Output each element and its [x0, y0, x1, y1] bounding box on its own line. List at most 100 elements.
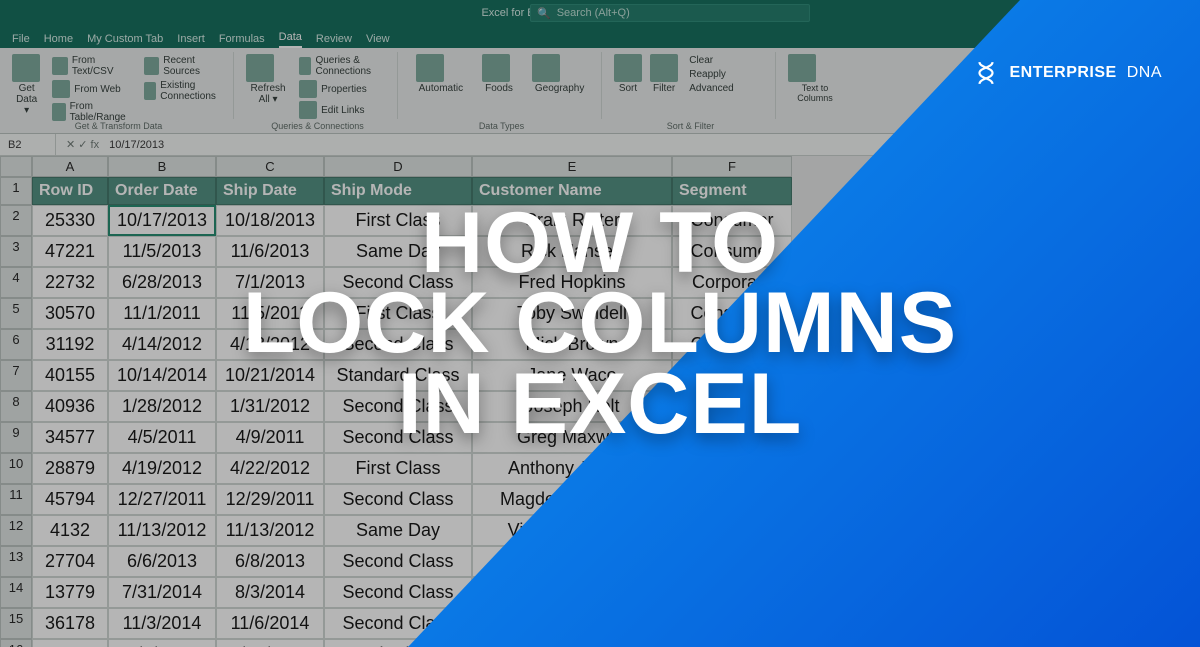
- formula-bar-value[interactable]: 10/17/2013: [109, 139, 164, 151]
- text-to-columns-button[interactable]: Text to Columns: [788, 82, 842, 104]
- cell-A10[interactable]: 28879: [32, 453, 108, 484]
- table-header-C[interactable]: Ship Date: [216, 177, 324, 205]
- cell-D10[interactable]: First Class: [324, 453, 472, 484]
- column-header-E[interactable]: E: [472, 156, 672, 177]
- row-header-1[interactable]: 1: [0, 177, 32, 205]
- cell-B15[interactable]: 11/3/2014: [108, 608, 216, 639]
- row-header-4[interactable]: 4: [0, 267, 32, 298]
- tell-me-search[interactable]: 🔍 Search (Alt+Q): [530, 4, 810, 22]
- properties-button[interactable]: Properties: [296, 79, 389, 99]
- column-header-A[interactable]: A: [32, 156, 108, 177]
- cell-B2[interactable]: 10/17/2013: [108, 205, 216, 236]
- cell-B12[interactable]: 11/13/2012: [108, 515, 216, 546]
- row-header-14[interactable]: 14: [0, 577, 32, 608]
- cell-A14[interactable]: 13779: [32, 577, 108, 608]
- ribbon-tab-my-custom-tab[interactable]: My Custom Tab: [87, 33, 163, 48]
- cell-A12[interactable]: 4132: [32, 515, 108, 546]
- ribbon-tab-home[interactable]: Home: [44, 33, 73, 48]
- get-data-icon[interactable]: [12, 54, 40, 82]
- ribbon-tab-view[interactable]: View: [366, 33, 390, 48]
- ribbon-tab-review[interactable]: Review: [316, 33, 352, 48]
- automatic-icon[interactable]: [416, 54, 444, 82]
- row-header-6[interactable]: 6: [0, 329, 32, 360]
- cell-B11[interactable]: 12/27/2011: [108, 484, 216, 515]
- existing-connections-button[interactable]: Existing Connections: [141, 79, 225, 103]
- cell-B5[interactable]: 11/1/2011: [108, 298, 216, 329]
- sort-button[interactable]: Sort: [616, 82, 640, 95]
- get-data-button[interactable]: Get Data ▾: [12, 82, 41, 117]
- name-box[interactable]: B2: [0, 134, 56, 155]
- cell-A13[interactable]: 27704: [32, 546, 108, 577]
- ribbon-tab-insert[interactable]: Insert: [177, 33, 205, 48]
- cell-B7[interactable]: 10/14/2014: [108, 360, 216, 391]
- row-header-12[interactable]: 12: [0, 515, 32, 546]
- clear-filter-button[interactable]: Clear: [686, 54, 736, 67]
- geography-icon[interactable]: [532, 54, 560, 82]
- cell-A9[interactable]: 34577: [32, 422, 108, 453]
- geography-button[interactable]: Geography: [532, 82, 587, 95]
- cell-A8[interactable]: 40936: [32, 391, 108, 422]
- cell-A7[interactable]: 40155: [32, 360, 108, 391]
- select-all-corner[interactable]: [0, 156, 32, 177]
- ribbon-tab-file[interactable]: File: [12, 33, 30, 48]
- cell-B4[interactable]: 6/28/2013: [108, 267, 216, 298]
- edit-links-button[interactable]: Edit Links: [296, 100, 389, 120]
- filter-icon[interactable]: [650, 54, 678, 82]
- row-header-13[interactable]: 13: [0, 546, 32, 577]
- row-header-8[interactable]: 8: [0, 391, 32, 422]
- recent-sources-button[interactable]: Recent Sources: [141, 54, 225, 78]
- from-web-button[interactable]: From Web: [49, 79, 133, 99]
- cell-B16[interactable]: 9/8/2014: [108, 639, 216, 647]
- text-to-columns-icon[interactable]: [788, 54, 816, 82]
- cell-B3[interactable]: 11/5/2013: [108, 236, 216, 267]
- foods-button[interactable]: Foods: [482, 82, 516, 95]
- row-header-16[interactable]: 16: [0, 639, 32, 647]
- cell-A16[interactable]: 12069: [32, 639, 108, 647]
- row-header-9[interactable]: 9: [0, 422, 32, 453]
- table-header-B[interactable]: Order Date: [108, 177, 216, 205]
- cell-B8[interactable]: 1/28/2012: [108, 391, 216, 422]
- column-header-D[interactable]: D: [324, 156, 472, 177]
- row-header-3[interactable]: 3: [0, 236, 32, 267]
- formula-bar-icons[interactable]: ✕ ✓ fx: [66, 138, 99, 151]
- cell-C14[interactable]: 8/3/2014: [216, 577, 324, 608]
- row-header-10[interactable]: 10: [0, 453, 32, 484]
- row-header-7[interactable]: 7: [0, 360, 32, 391]
- cell-D12[interactable]: Same Day: [324, 515, 472, 546]
- row-header-15[interactable]: 15: [0, 608, 32, 639]
- ribbon-tab-formulas[interactable]: Formulas: [219, 33, 265, 48]
- automatic-button[interactable]: Automatic: [416, 82, 466, 95]
- cell-A6[interactable]: 31192: [32, 329, 108, 360]
- cell-A4[interactable]: 22732: [32, 267, 108, 298]
- column-header-B[interactable]: B: [108, 156, 216, 177]
- cell-C12[interactable]: 11/13/2012: [216, 515, 324, 546]
- cell-A11[interactable]: 45794: [32, 484, 108, 515]
- cell-D13[interactable]: Second Class: [324, 546, 472, 577]
- ribbon-tab-data[interactable]: Data: [279, 31, 302, 48]
- column-header-C[interactable]: C: [216, 156, 324, 177]
- refresh-all-button[interactable]: Refresh All ▾: [246, 82, 290, 106]
- foods-icon[interactable]: [482, 54, 510, 82]
- sort-icon[interactable]: [614, 54, 642, 82]
- advanced-filter-button[interactable]: Advanced: [686, 82, 736, 95]
- filter-button[interactable]: Filter: [650, 82, 678, 95]
- cell-B13[interactable]: 6/6/2013: [108, 546, 216, 577]
- row-header-2[interactable]: 2: [0, 205, 32, 236]
- cell-A3[interactable]: 47221: [32, 236, 108, 267]
- row-header-11[interactable]: 11: [0, 484, 32, 515]
- cell-C13[interactable]: 6/8/2013: [216, 546, 324, 577]
- row-header-5[interactable]: 5: [0, 298, 32, 329]
- cell-A15[interactable]: 36178: [32, 608, 108, 639]
- column-header-F[interactable]: F: [672, 156, 792, 177]
- reapply-filter-button[interactable]: Reapply: [686, 68, 736, 81]
- cell-B14[interactable]: 7/31/2014: [108, 577, 216, 608]
- cell-B9[interactable]: 4/5/2011: [108, 422, 216, 453]
- cell-C16[interactable]: 9/14/2014: [216, 639, 324, 647]
- cell-B6[interactable]: 4/14/2012: [108, 329, 216, 360]
- cell-A5[interactable]: 30570: [32, 298, 108, 329]
- cell-D11[interactable]: Second Class: [324, 484, 472, 515]
- cell-C11[interactable]: 12/29/2011: [216, 484, 324, 515]
- cell-C15[interactable]: 11/6/2014: [216, 608, 324, 639]
- cell-C10[interactable]: 4/22/2012: [216, 453, 324, 484]
- refresh-all-icon[interactable]: [246, 54, 274, 82]
